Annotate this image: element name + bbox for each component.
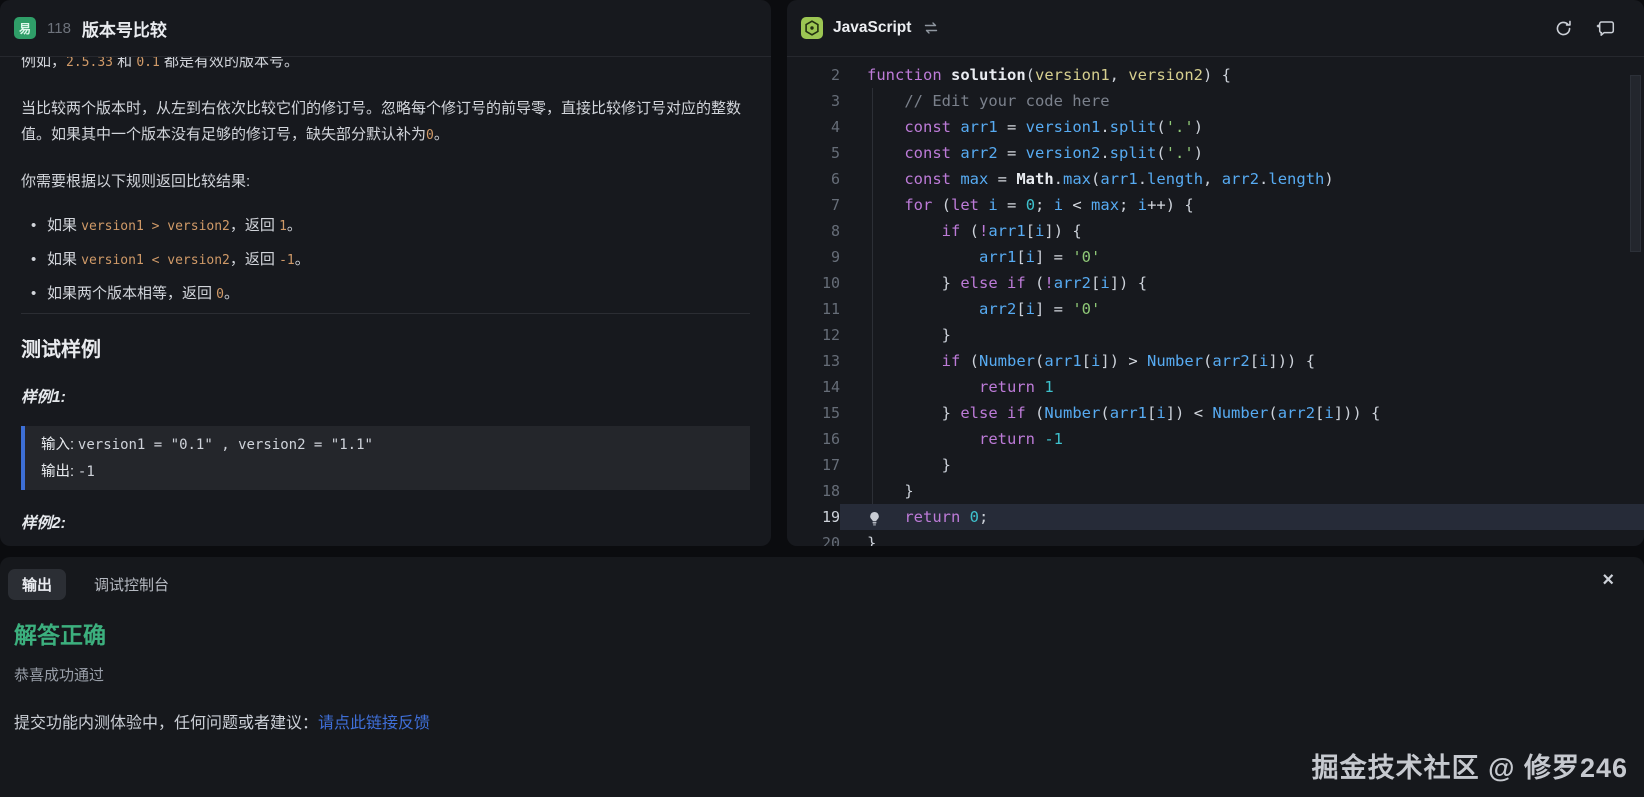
result-title: 解答正确 <box>14 616 1630 650</box>
code-line[interactable]: 14 return 1 <box>787 374 1644 400</box>
inline-code: version1 < version2 <box>81 253 230 268</box>
line-number: 7 <box>787 192 840 218</box>
language-label: JavaScript <box>833 19 911 37</box>
line-number: 9 <box>787 244 840 270</box>
line-number: 15 <box>787 400 840 426</box>
sample2-label: 样例2: <box>21 512 750 536</box>
line-number: 12 <box>787 322 840 348</box>
line-number: 13 <box>787 348 840 374</box>
editor-panel: JavaScript 2function solution(version1, … <box>787 0 1644 546</box>
problem-header: 易 118 版本号比较 <box>0 0 771 57</box>
code-line[interactable]: 11 arr2[i] = '0' <box>787 296 1644 322</box>
code-line[interactable]: 9 arr1[i] = '0' <box>787 244 1644 270</box>
editor-header: JavaScript <box>787 0 1644 57</box>
rule-item: 如果两个版本相等，返回 0。 <box>47 277 750 311</box>
problem-description: 例如，2.5.33 和 0.1 都是有效的版本号。 当比较两个版本时，从左到右依… <box>0 57 771 546</box>
javascript-icon <box>801 17 823 39</box>
sample-output-line: 输出: -1 <box>41 458 734 485</box>
code-line[interactable]: 8 if (!arr1[i]) { <box>787 218 1644 244</box>
feedback-line: 提交功能内测体验中，任何问题或者建议：请点此链接反馈 <box>14 709 1630 733</box>
rule-item: 如果 version1 > version2，返回 1。 <box>47 209 750 243</box>
code-line[interactable]: 19 return 0; <box>787 504 1644 530</box>
sample1-block: 输入: version1 = "0.1" , version2 = "1.1" … <box>21 426 750 490</box>
result-area: 解答正确 恭喜成功通过 提交功能内测体验中，任何问题或者建议：请点此链接反馈 <box>0 616 1644 733</box>
line-number: 11 <box>787 296 840 322</box>
code-line[interactable]: 2function solution(version1, version2) { <box>787 62 1644 88</box>
inline-code: -1 <box>279 253 295 268</box>
line-number: 4 <box>787 114 840 140</box>
result-subtitle: 恭喜成功通过 <box>14 664 1630 685</box>
reset-code-icon[interactable] <box>1554 19 1573 38</box>
code-line[interactable]: 16 return -1 <box>787 426 1644 452</box>
code-line[interactable]: 17 } <box>787 452 1644 478</box>
line-number: 17 <box>787 452 840 478</box>
difficulty-badge: 易 <box>14 17 36 39</box>
doc-paragraph: 例如，2.5.33 和 0.1 都是有效的版本号。 <box>21 57 750 76</box>
watermark: 掘金技术社区 @ 修罗246 <box>1312 746 1628 785</box>
rules-list: 如果 version1 > version2，返回 1。 如果 version1… <box>21 209 750 311</box>
line-number: 18 <box>787 478 840 504</box>
output-code: -1 <box>78 464 95 480</box>
problem-title: 版本号比较 <box>82 16 167 41</box>
doc-paragraph: 你需要根据以下规则返回比较结果: <box>21 169 750 195</box>
line-number: 3 <box>787 88 840 114</box>
inline-code: version1 > version2 <box>81 219 230 234</box>
sample-input-line: 输入: version1 = "0.1" , version2 = "1.1" <box>41 431 734 458</box>
line-number: 10 <box>787 270 840 296</box>
samples-heading: 测试样例 <box>21 336 750 364</box>
code-editor[interactable]: 2function solution(version1, version2) {… <box>787 57 1644 546</box>
inline-code: 0 <box>426 128 434 143</box>
feedback-link[interactable]: 请点此链接反馈 <box>318 715 430 732</box>
output-label: 输出: <box>41 464 74 480</box>
tab-debug-console[interactable]: 调试控制台 <box>94 574 169 595</box>
editor-header-actions <box>1554 19 1616 38</box>
problem-id: 118 <box>47 20 71 37</box>
line-number: 20 <box>787 530 840 546</box>
inline-code: 2.5.33 <box>66 57 113 70</box>
feedback-text: 提交功能内测体验中，任何问题或者建议： <box>14 715 318 732</box>
code-line[interactable]: 3 // Edit your code here <box>787 88 1644 114</box>
code-line[interactable]: 5 const arr2 = version2.split('.') <box>787 140 1644 166</box>
input-code: version1 = "0.1" , version2 = "1.1" <box>78 437 373 453</box>
close-icon[interactable]: × <box>1602 569 1614 591</box>
code-line[interactable]: 6 const max = Math.max(arr1.length, arr2… <box>787 166 1644 192</box>
line-number: 16 <box>787 426 840 452</box>
code-line[interactable]: 7 for (let i = 0; i < max; i++) { <box>787 192 1644 218</box>
tab-output[interactable]: 输出 <box>8 569 66 600</box>
top-panels: 易 118 版本号比较 例如，2.5.33 和 0.1 都是有效的版本号。 当比… <box>0 0 1644 546</box>
line-number: 6 <box>787 166 840 192</box>
line-number: 14 <box>787 374 840 400</box>
code-line[interactable]: 12 } <box>787 322 1644 348</box>
language-switch-icon[interactable] <box>923 21 939 35</box>
inline-code: 0.1 <box>136 57 159 70</box>
sample1-label: 样例1: <box>21 386 750 410</box>
code-line[interactable]: 15 } else if (Number(arr1[i]) < Number(a… <box>787 400 1644 426</box>
feedback-icon[interactable] <box>1595 19 1616 37</box>
doc-paragraph: 当比较两个版本时，从左到右依次比较它们的修订号。忽略每个修订号的前导零，直接比较… <box>21 96 750 149</box>
code-line[interactable]: 18 } <box>787 478 1644 504</box>
line-number: 19 <box>787 504 840 530</box>
code-line[interactable]: 13 if (Number(arr1[i]) > Number(arr2[i])… <box>787 348 1644 374</box>
input-label: 输入: <box>41 437 74 453</box>
rule-item: 如果 version1 < version2，返回 -1。 <box>47 243 750 277</box>
app-root: 易 118 版本号比较 例如，2.5.33 和 0.1 都是有效的版本号。 当比… <box>0 0 1644 797</box>
line-number: 2 <box>787 62 840 88</box>
editor-scrollbar[interactable] <box>1630 75 1641 252</box>
code-lines: 2function solution(version1, version2) {… <box>787 57 1644 546</box>
line-number: 5 <box>787 140 840 166</box>
line-number: 8 <box>787 218 840 244</box>
console-tabs: 输出 调试控制台 × <box>0 557 1644 600</box>
inline-code: 0 <box>216 287 224 302</box>
divider <box>21 313 750 314</box>
problem-panel: 易 118 版本号比较 例如，2.5.33 和 0.1 都是有效的版本号。 当比… <box>0 0 771 546</box>
inline-code: 1 <box>279 219 287 234</box>
code-line[interactable]: 4 const arr1 = version1.split('.') <box>787 114 1644 140</box>
code-line[interactable]: 20} <box>787 530 1644 546</box>
code-line[interactable]: 10 } else if (!arr2[i]) { <box>787 270 1644 296</box>
